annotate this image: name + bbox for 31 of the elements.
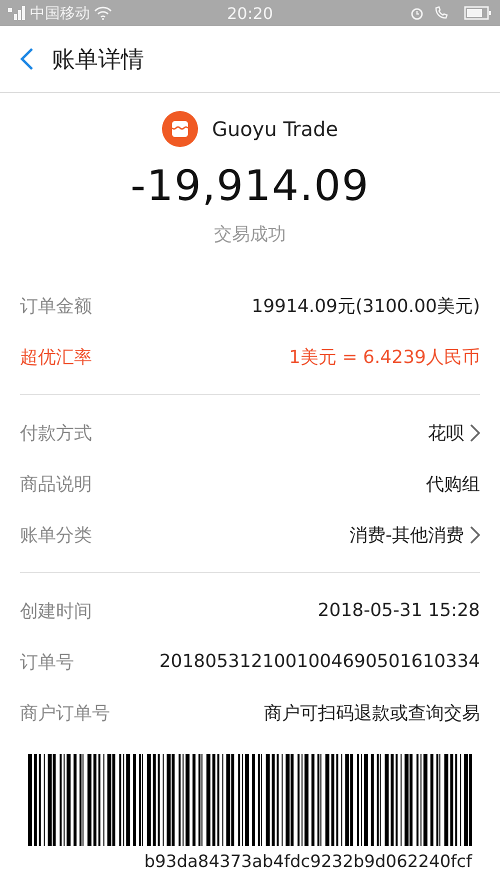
chevron-icon[interactable] <box>470 526 480 544</box>
wifi-icon <box>94 6 112 20</box>
row-value[interactable]: 花呗 <box>428 420 464 444</box>
alarm-icon <box>410 6 424 20</box>
row-label: 订单号 <box>20 650 74 674</box>
amount: -19,914.09 <box>130 161 370 210</box>
back-button[interactable] <box>20 47 34 71</box>
row-label: 商户订单号 <box>20 702 110 724</box>
row-label: 商品说明 <box>20 472 92 496</box>
signal-icon <box>8 6 26 20</box>
carrier-name: 中国移动 <box>30 4 90 22</box>
row-label: 订单金额 <box>20 294 92 318</box>
row-value[interactable]: 消费-其他消费 <box>350 522 464 546</box>
transaction-status: 交易成功 <box>214 223 286 246</box>
barcode-number: b93da84373ab4fdc9232b9d062240fcf <box>144 852 472 872</box>
row-value: 2018053121001004690501610334 <box>159 651 480 672</box>
row-value: 19914.09元(3100.00美元) <box>252 294 480 318</box>
row-value: 代购组 <box>426 472 480 496</box>
row-label: 账单分类 <box>20 524 92 546</box>
row-value: 1美元 = 6.4239人民币 <box>289 346 480 368</box>
row-value: 2018-05-31 15:28 <box>318 600 480 621</box>
chevron-icon[interactable] <box>470 424 480 442</box>
row-label: 付款方式 <box>20 422 92 444</box>
row-label: 超优汇率 <box>20 346 92 368</box>
battery-icon <box>464 6 492 20</box>
shop-icon <box>162 111 198 147</box>
merchant-name: Guoyu Trade <box>212 117 338 141</box>
page-title: 账单详情 <box>52 46 144 74</box>
row-value: 商户可扫码退款或查询交易 <box>264 702 480 724</box>
status-time: 20:20 <box>226 4 274 22</box>
row-label: 创建时间 <box>20 600 92 622</box>
